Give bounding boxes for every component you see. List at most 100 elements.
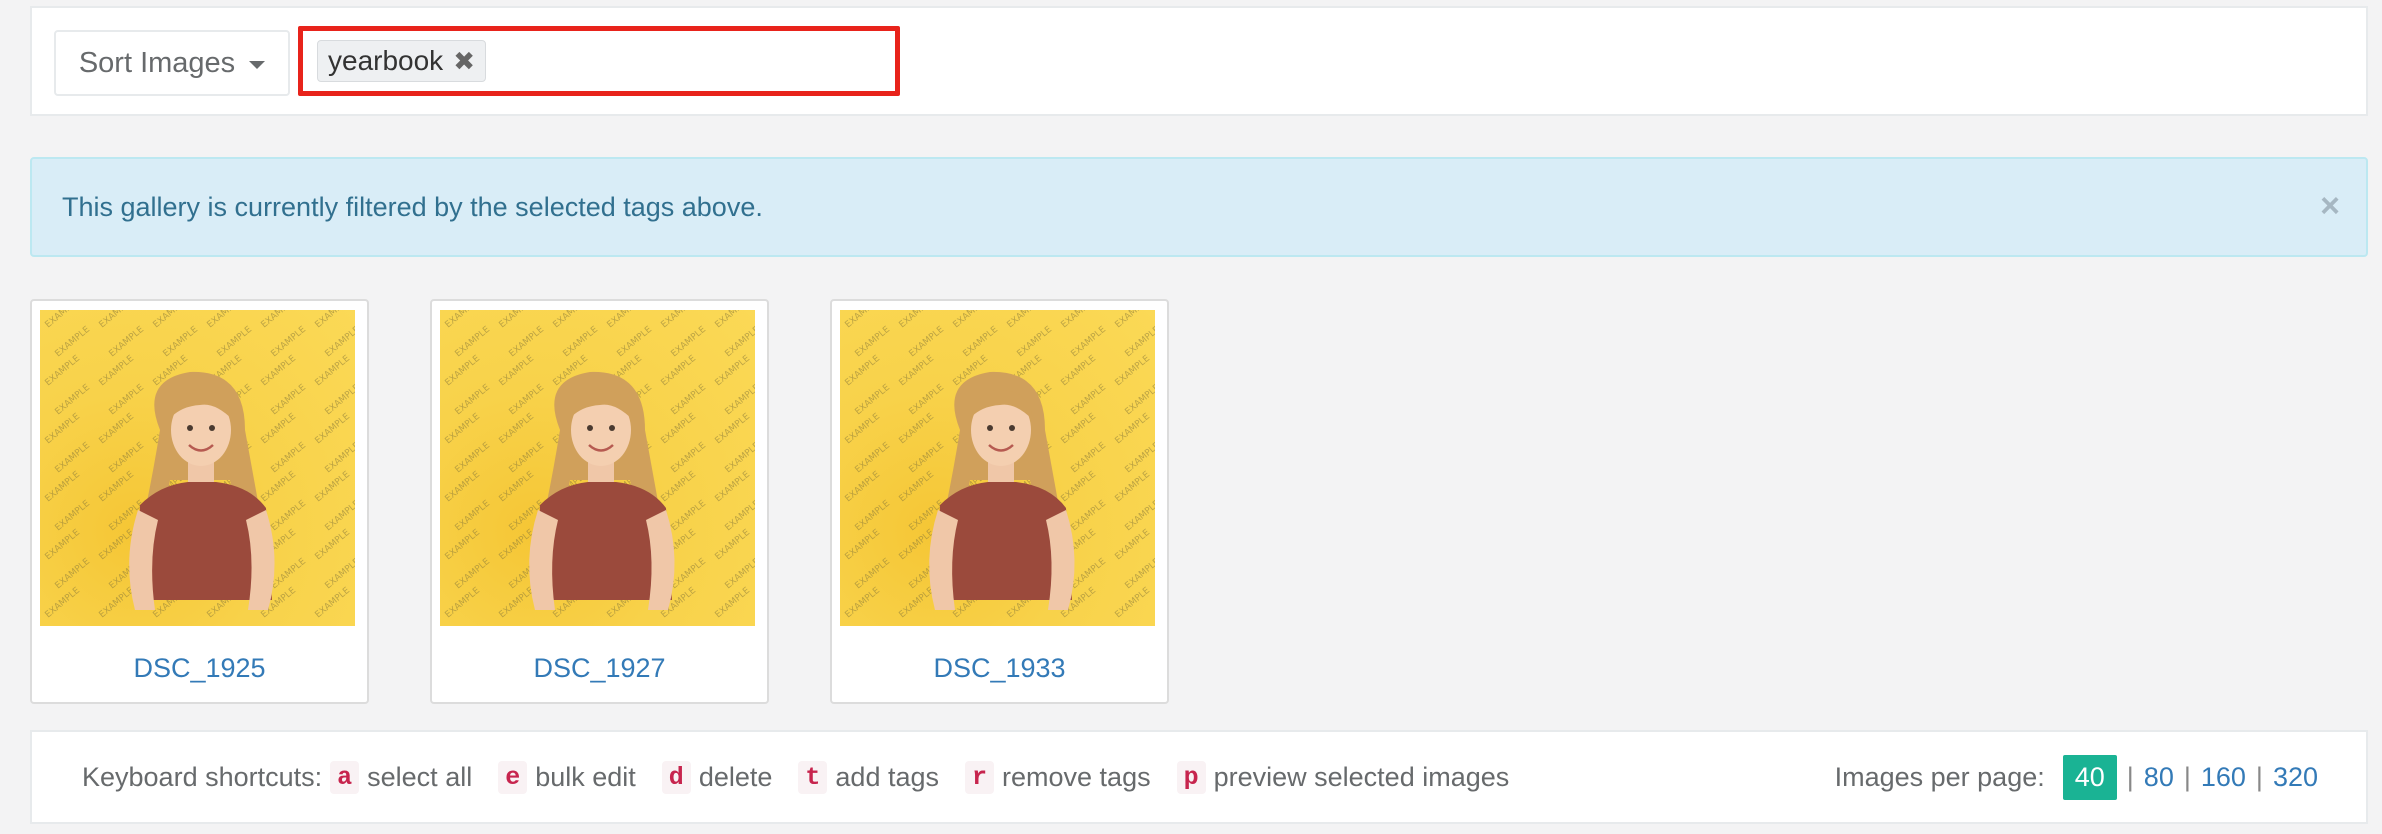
image-thumbnail[interactable]: EXAMPLE EXAMPLE EXAMPLE EXAMPLE EXAMPLE EXAMP… <box>440 310 755 626</box>
image-thumbnail[interactable]: EXAMPLE EXAMPLE EXAMPLE EXAMPLE EXAMPLE EXAMP… <box>840 310 1155 626</box>
watermark-text: EXAMPLE <box>324 557 355 592</box>
watermark-text: EXAMPLE <box>1070 499 1109 534</box>
watermark-text: EXAMPLE <box>714 586 753 621</box>
tag-chip-label: yearbook <box>328 45 444 76</box>
watermark-text: EXAMPLE <box>444 470 483 505</box>
watermark-text: EXAMPLE <box>1060 470 1099 505</box>
image-name-link[interactable]: DSC_1925 <box>32 653 367 684</box>
watermark-text: EXAMPLE <box>508 383 547 418</box>
tag-filter-input[interactable]: yearbook ✖ <box>298 26 900 96</box>
watermark-text: EXAMPLE <box>98 412 137 447</box>
per-page-option-160[interactable]: 160 <box>2201 762 2246 793</box>
image-thumbnail[interactable]: EXAMPLE EXAMPLE EXAMPLE EXAMPLE EXAMPLE EXAMP… <box>40 310 355 626</box>
image-card[interactable]: EXAMPLE EXAMPLE EXAMPLE EXAMPLE EXAMPLE EXAMP… <box>830 299 1169 704</box>
watermark-text: EXAMPLE <box>854 441 893 476</box>
watermark-text: EXAMPLE <box>1124 499 1155 534</box>
watermark-text: EXAMPLE <box>454 325 493 360</box>
watermark-text: EXAMPLE <box>670 383 709 418</box>
watermark-text: EXAMPLE <box>844 528 883 563</box>
eye-shape <box>609 425 615 431</box>
watermark-text: EXAMPLE <box>260 470 299 505</box>
eye-shape <box>987 425 993 431</box>
watermark-text: EXAMPLE <box>44 412 83 447</box>
per-page-option-40[interactable]: 40 <box>2062 754 2117 800</box>
watermark-text: EXAMPLE <box>324 441 355 476</box>
watermark-text: EXAMPLE <box>908 441 947 476</box>
watermark-text: EXAMPLE <box>898 354 937 389</box>
tag-text-field[interactable] <box>495 31 895 91</box>
watermark-text: EXAMPLE <box>270 441 309 476</box>
watermark-text: EXAMPLE <box>324 499 355 534</box>
watermark-text: EXAMPLE <box>54 557 93 592</box>
watermark-text: EXAMPLE <box>108 441 147 476</box>
close-icon[interactable]: × <box>2320 189 2340 223</box>
watermark-text: EXAMPLE <box>54 441 93 476</box>
watermark-text: EXAMPLE <box>714 310 753 330</box>
watermark-text: EXAMPLE <box>724 499 755 534</box>
watermark-text: EXAMPLE <box>562 325 601 360</box>
watermark-text: EXAMPLE <box>898 412 937 447</box>
watermark-text: EXAMPLE <box>1016 325 1055 360</box>
watermark-text: EXAMPLE <box>454 557 493 592</box>
watermark-text: EXAMPLE <box>498 354 537 389</box>
remove-tag-icon[interactable]: ✖ <box>453 48 475 74</box>
per-page-separator: | <box>2183 761 2191 792</box>
watermark-text: EXAMPLE <box>54 383 93 418</box>
watermark-text: EXAMPLE <box>1114 528 1153 563</box>
watermark-text: EXAMPLE <box>162 325 201 360</box>
image-name-link[interactable]: DSC_1933 <box>832 653 1167 684</box>
watermark-text: EXAMPLE <box>660 470 699 505</box>
shortcut-key: a <box>330 760 360 794</box>
watermark-text: EXAMPLE <box>898 310 937 330</box>
watermark-text: EXAMPLE <box>314 310 353 330</box>
watermark-text: EXAMPLE <box>54 325 93 360</box>
watermark-text: EXAMPLE <box>844 310 883 330</box>
images-per-page: Images per page: 40 | 80 | 160 | 320 <box>1835 732 2318 822</box>
shortcut-select-all: a select all <box>330 760 472 794</box>
eye-shape <box>209 425 215 431</box>
watermark-text: EXAMPLE <box>444 310 483 330</box>
watermark-text: EXAMPLE <box>1070 383 1109 418</box>
watermark-text: EXAMPLE <box>898 586 937 621</box>
watermark-text: EXAMPLE <box>670 325 709 360</box>
per-page-option-320[interactable]: 320 <box>2273 762 2318 793</box>
watermark-text: EXAMPLE <box>498 586 537 621</box>
watermark-text: EXAMPLE <box>508 325 547 360</box>
watermark-text: EXAMPLE <box>660 412 699 447</box>
shortcut-bulk-edit: e bulk edit <box>498 760 636 794</box>
eye-shape <box>587 425 593 431</box>
watermark-text: EXAMPLE <box>498 470 537 505</box>
per-page-separator: | <box>2126 761 2134 792</box>
gallery-footer: Keyboard shortcuts: a select all e bulk … <box>30 730 2368 824</box>
shortcut-key: e <box>498 760 528 794</box>
watermark-text: EXAMPLE <box>206 310 245 330</box>
gallery-toolbar: Sort Images yearbook ✖ <box>30 6 2368 116</box>
watermark-text: EXAMPLE <box>108 383 147 418</box>
filter-alert: This gallery is currently filtered by th… <box>30 157 2368 257</box>
watermark-text: EXAMPLE <box>714 528 753 563</box>
sort-images-button[interactable]: Sort Images <box>54 30 290 96</box>
watermark-text: EXAMPLE <box>152 310 191 330</box>
shortcut-label: preview selected images <box>1213 761 1510 792</box>
image-card[interactable]: EXAMPLE EXAMPLE EXAMPLE EXAMPLE EXAMPLE EXAMP… <box>430 299 769 704</box>
keyboard-shortcuts: Keyboard shortcuts: a select all e bulk … <box>82 760 1535 794</box>
image-name-link[interactable]: DSC_1927 <box>432 653 767 684</box>
watermark-text: EXAMPLE <box>1114 310 1153 330</box>
shortcut-key: r <box>965 760 995 794</box>
watermark-text: EXAMPLE <box>98 470 137 505</box>
watermark-text: EXAMPLE <box>98 354 137 389</box>
shortcut-key: t <box>798 760 828 794</box>
watermark-text: EXAMPLE <box>660 310 699 330</box>
watermark-text: EXAMPLE <box>1124 441 1155 476</box>
watermark-text: EXAMPLE <box>714 470 753 505</box>
shortcut-key: p <box>1176 760 1206 794</box>
per-page-option-80[interactable]: 80 <box>2144 762 2174 793</box>
sort-images-label: Sort Images <box>78 46 236 79</box>
watermark-text: EXAMPLE <box>908 325 947 360</box>
shortcut-remove-tags: r remove tags <box>965 760 1151 794</box>
image-card[interactable]: EXAMPLE EXAMPLE EXAMPLE EXAMPLE EXAMPLE EXAMP… <box>30 299 369 704</box>
watermark-text: EXAMPLE <box>44 470 83 505</box>
caret-down-icon <box>249 61 266 69</box>
shortcut-add-tags: t add tags <box>798 760 939 794</box>
watermark-text: EXAMPLE <box>260 310 299 330</box>
